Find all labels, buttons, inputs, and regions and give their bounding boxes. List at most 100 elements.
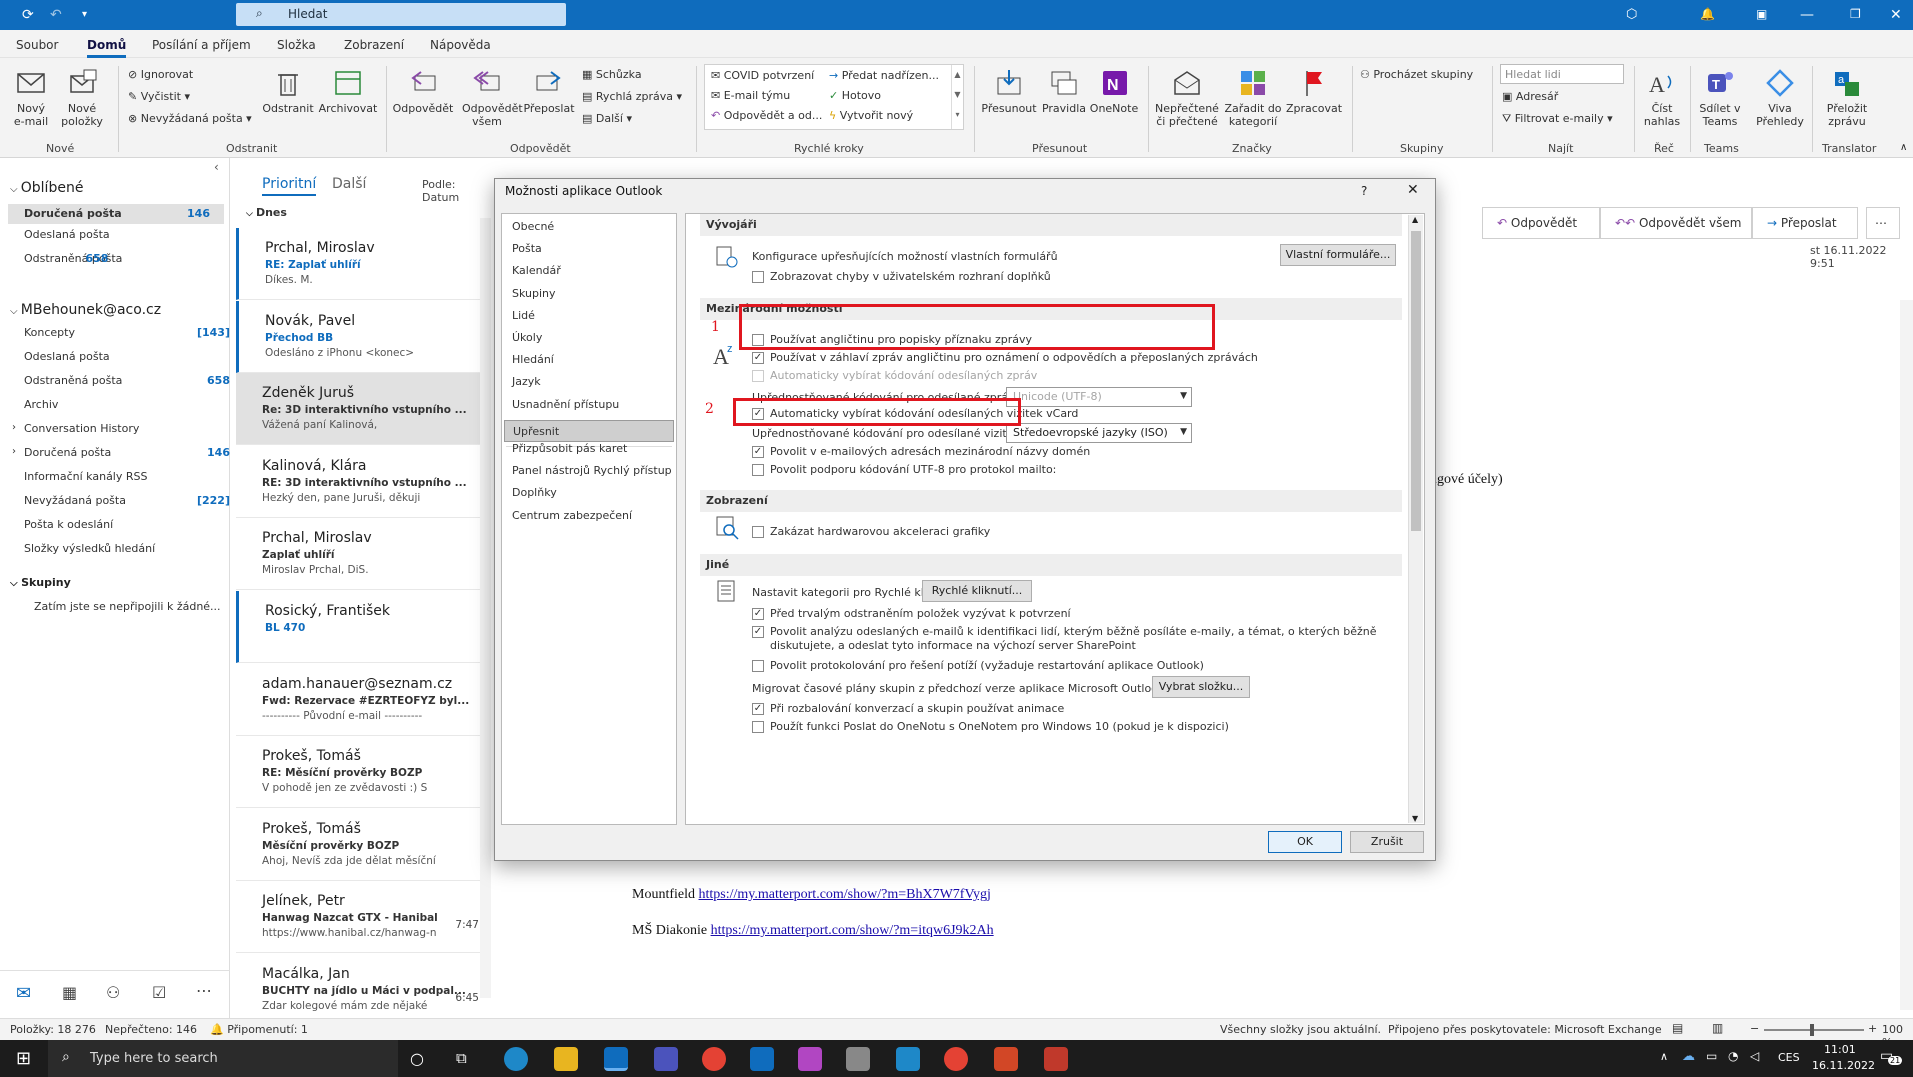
app-icon[interactable] (846, 1047, 870, 1071)
menu-posilani[interactable]: Posílání a příjem (152, 38, 251, 52)
today-group-header[interactable]: ⌵ Dnes (246, 206, 287, 219)
file-explorer-icon[interactable] (554, 1047, 578, 1071)
read-aloud-button[interactable]: A Číst nahlas (1638, 68, 1686, 128)
intl-auto-encoding-checkbox[interactable] (752, 370, 764, 382)
zoom-out-icon[interactable]: − (1750, 1022, 1759, 1035)
forward-button[interactable]: → Přeposlat (1752, 207, 1858, 239)
confirm-delete-checkbox[interactable]: ✓ (752, 608, 764, 620)
qs-reply-delete[interactable]: ↶ Odpovědět a od... (711, 109, 822, 122)
message-item[interactable]: Prchal, Miroslav Zaplať uhlíří Miroslav Pr… (236, 518, 491, 591)
matterport-link[interactable]: https://my.matterport.com/show/?m=BhX7W7… (699, 887, 991, 902)
account-folder[interactable]: Odstraněná pošta 658 (24, 374, 230, 387)
normal-view-icon[interactable]: ▤ (1672, 1021, 1683, 1035)
menu-napoveda[interactable]: Nápověda (430, 38, 491, 52)
unread-read-button[interactable]: Nepřečtené či přečtené (1154, 68, 1220, 128)
cortana-icon[interactable]: ○ (410, 1049, 424, 1068)
outlook-alt-icon[interactable] (750, 1047, 774, 1071)
message-item[interactable]: Prchal, Miroslav RE: Zaplať uhlíří Díkes. … (236, 228, 491, 300)
app-icon[interactable] (798, 1047, 822, 1071)
bell-icon[interactable]: 🔔 (1700, 7, 1715, 21)
move-button[interactable]: Přesunout (980, 68, 1038, 115)
delete-button[interactable]: Odstranit (262, 68, 314, 115)
zoom-in-icon[interactable]: + (1868, 1022, 1877, 1035)
ignore-button[interactable]: ⊘ Ignorovat (128, 68, 193, 81)
cleanup-button[interactable]: ✎ Vyčistit ▾ (128, 90, 190, 103)
tray-chevron-icon[interactable]: ∧ (1660, 1050, 1668, 1063)
scroll-thumb[interactable] (1411, 231, 1421, 531)
intl-english-headers-checkbox[interactable]: ✓ (752, 352, 764, 364)
filter-email-button[interactable]: ⛛ Filtrovat e-maily ▾ (1502, 112, 1613, 126)
message-item[interactable]: Rosický, František BL 470 (236, 591, 491, 663)
collapse-pane-icon[interactable]: ‹ (214, 160, 219, 174)
search-box[interactable]: ⌕ Hledat (236, 3, 566, 26)
intl-encoding-select[interactable]: Unicode (UTF-8) ▼ (1006, 387, 1192, 407)
qs-new[interactable]: ϟ Vytvořit nový (829, 109, 913, 122)
message-item[interactable]: Jelínek, Petr Hanwag Nazcat GTX - Hanibal… (236, 881, 491, 954)
message-item[interactable]: Kalinová, Klára RE: 3D interaktivního vst… (236, 446, 491, 518)
account-folder[interactable]: Složky výsledků hledání (24, 542, 230, 555)
customize-dropdown-icon[interactable]: ▾ (82, 9, 87, 20)
account-folder[interactable]: Koncepty [143] (24, 326, 230, 339)
windows-start-icon[interactable]: ⊞ (16, 1048, 31, 1069)
custom-forms-button[interactable]: Vlastní formuláře... (1280, 244, 1396, 266)
account-header[interactable]: ⌵ MBehounek@aco.cz (10, 302, 161, 318)
menu-soubor[interactable]: Soubor (16, 38, 58, 52)
viva-button[interactable]: Viva Přehledy (1752, 68, 1808, 128)
notification-center[interactable]: ▭ 21 (1880, 1048, 1903, 1070)
troubleshoot-logging-checkbox[interactable] (752, 660, 764, 672)
zoom-slider[interactable] (1764, 1024, 1864, 1036)
menu-domu[interactable]: Domů (87, 38, 127, 58)
account-folder[interactable]: Pošta k odeslání (24, 518, 230, 531)
reply-ribbon-button[interactable]: Odpovědět (392, 68, 454, 115)
reply-button[interactable]: ↶ Odpovědět (1482, 207, 1600, 239)
mail-icon[interactable]: ✉ (16, 983, 31, 1004)
options-nav-item[interactable]: Obecné (512, 220, 554, 233)
account-folder[interactable]: › Conversation History (12, 422, 230, 435)
options-nav-item[interactable]: Úkoly (512, 331, 542, 344)
junk-button[interactable]: ⊗ Nevyžádaná pošta ▾ (128, 112, 252, 125)
restore-view-icon[interactable]: ▣ (1756, 7, 1767, 21)
message-item[interactable]: Zdeněk Juruš Re: 3D interaktivního vstupn… (236, 373, 491, 446)
options-nav-item[interactable]: Skupiny (512, 287, 556, 300)
options-nav-item[interactable]: Doplňky (512, 486, 557, 499)
browse-groups-button[interactable]: ⚇ Procházet skupiny (1360, 68, 1473, 81)
edge-icon[interactable] (504, 1047, 528, 1071)
task-view-icon[interactable]: ⧉ (456, 1049, 467, 1067)
options-nav-item[interactable]: Usnadnění přístupu (512, 398, 619, 411)
options-nav-item[interactable]: Kalendář (512, 264, 561, 277)
favorites-header[interactable]: ⌵ Oblíbené (10, 180, 83, 196)
account-folder[interactable]: › Doručená pošta 146 (12, 446, 230, 459)
minimize-icon[interactable]: — (1800, 7, 1814, 23)
options-nav-item[interactable]: Pošta (512, 242, 542, 255)
archive-button[interactable]: Archivovat (318, 68, 378, 115)
dev-show-errors-checkbox[interactable] (752, 271, 764, 283)
teams-icon[interactable]: ⬡ (1626, 7, 1637, 22)
help-button[interactable]: ? (1361, 184, 1367, 198)
menu-zobrazeni[interactable]: Zobrazení (344, 38, 404, 52)
reminders-status[interactable]: 🔔 Připomenutí: 1 (210, 1023, 308, 1036)
qs-done[interactable]: ✓ Hotovo (829, 89, 881, 102)
categorize-button[interactable]: Zařadit do kategorií (1222, 68, 1284, 128)
outlook-taskbar-icon[interactable] (604, 1047, 628, 1071)
sort-dropdown[interactable]: Podle: Datum (422, 178, 491, 204)
maximize-icon[interactable]: ❐ (1850, 7, 1861, 21)
people-icon[interactable]: ⚇ (106, 983, 120, 1002)
zoom-slider-thumb[interactable] (1810, 1024, 1814, 1036)
intl-idn-checkbox[interactable]: ✓ (752, 446, 764, 458)
options-nav-item[interactable]: Upřesnit (504, 419, 674, 442)
volume-icon[interactable]: ◁ (1750, 1049, 1759, 1063)
onedrive-icon[interactable]: ☁ (1682, 1049, 1695, 1064)
tab-focused[interactable]: Prioritní (262, 176, 317, 196)
powerpoint-icon[interactable] (994, 1047, 1018, 1071)
dialog-close-icon[interactable]: ✕ (1407, 182, 1419, 198)
message-item[interactable]: Novák, Pavel Přechod BB Odesláno z iPhonu … (236, 300, 491, 373)
new-items-button[interactable]: Nové položky (60, 68, 104, 128)
account-folder[interactable]: Archiv (24, 398, 230, 411)
forward-ribbon-button[interactable]: Přeposlat (520, 68, 578, 115)
sync-icon[interactable]: ⟳ (22, 7, 34, 23)
select-folder-button[interactable]: Vybrat složku... (1152, 676, 1250, 698)
quick-reply-button[interactable]: ▤ Rychlá zpráva ▾ (582, 90, 682, 103)
quick-click-button[interactable]: Rychlé kliknutí... (922, 580, 1032, 602)
rules-button[interactable]: Pravidla (1038, 68, 1090, 115)
followup-button[interactable]: Zpracovat (1284, 68, 1344, 115)
